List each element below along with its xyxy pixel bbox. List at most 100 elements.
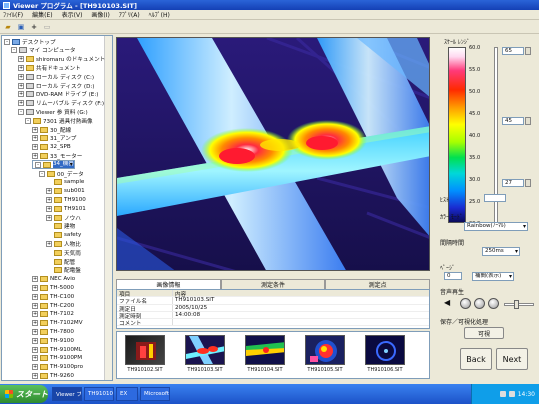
collapse-icon[interactable]: - — [25, 117, 31, 124]
tree-item[interactable]: + TH9100 — [46, 195, 86, 204]
menu-app[interactable]: ｱﾌﾟﾘ(A) — [119, 10, 140, 19]
expand-icon[interactable]: + — [32, 144, 38, 151]
tree-item[interactable]: + shiromaru のドキュメント — [18, 55, 105, 64]
title-bar[interactable]: Viewer プログラム - [TH910103.SIT] — [0, 0, 539, 10]
tree-item[interactable]: + ローカル ディスク (C:) — [18, 72, 94, 81]
thumbnail[interactable]: TH910104.SIT — [243, 335, 287, 373]
tree-item[interactable]: + TH-7102 — [32, 310, 74, 319]
expand-icon[interactable]: + — [46, 214, 52, 221]
expand-icon[interactable]: + — [18, 91, 24, 98]
tree-item[interactable]: 配管 — [46, 257, 75, 266]
expand-icon[interactable]: + — [32, 346, 38, 353]
record-button[interactable] — [460, 298, 471, 309]
expand-icon[interactable]: + — [18, 100, 24, 107]
expand-icon[interactable]: + — [32, 284, 38, 291]
tree-item[interactable]: - 00_データ — [39, 169, 84, 178]
taskbar-item[interactable]: TH910103 — [84, 387, 114, 401]
stop-button[interactable] — [488, 298, 499, 309]
tree-item[interactable]: + TH-9100 — [32, 336, 74, 345]
tree-item[interactable]: + TH-7800 — [32, 327, 74, 336]
tree-item[interactable]: +30_配線 — [32, 125, 71, 134]
tree-item[interactable]: - デスクトップ — [4, 37, 56, 46]
page-field[interactable]: 0 — [444, 272, 462, 280]
tree-item[interactable]: 配電盤 — [46, 266, 81, 275]
tab-measure-points[interactable]: 測定点 — [325, 279, 431, 289]
scale-max-stepper[interactable] — [525, 47, 531, 55]
folder-tree[interactable]: - デスクトップ - マイ コンピュータ + shiromaru のドキュメント + 共有ドキ… — [1, 35, 113, 381]
tree-item[interactable]: + TH-C100 — [32, 292, 74, 301]
tree-item[interactable]: + TH-9260 — [32, 371, 74, 380]
color-mode-select[interactable]: Rainbow(ﾉｰﾏﾙ) — [464, 222, 528, 231]
expand-icon[interactable]: + — [32, 320, 38, 327]
expand-icon[interactable]: + — [18, 56, 24, 63]
collapse-icon[interactable]: - — [4, 38, 10, 45]
thumbnail[interactable]: TH910105.SIT — [303, 335, 347, 373]
tree-item[interactable]: + ノウハ — [46, 213, 81, 222]
tab-image-info[interactable]: 画像情報 — [116, 279, 221, 289]
table-row[interactable]: 測定時刻 14:00:08 — [117, 311, 429, 320]
tree-item[interactable]: + ローカル ディスク (D:) — [18, 81, 94, 90]
tree-item[interactable]: - マイ コンピュータ — [11, 46, 76, 55]
thumbnail[interactable]: TH910102.SIT — [123, 335, 167, 373]
menu-edit[interactable]: 編集(E) — [32, 10, 52, 19]
expand-icon[interactable]: + — [32, 328, 38, 335]
tree-item[interactable]: + TH9101 — [46, 204, 86, 213]
tree-item[interactable]: + TH-9100PM — [32, 354, 82, 363]
collapse-icon[interactable]: - — [18, 108, 24, 115]
tree-item[interactable]: 建物 — [46, 222, 75, 231]
page-select[interactable]: 補間(表示) — [472, 272, 514, 281]
expand-icon[interactable]: + — [32, 337, 38, 344]
menu-help[interactable]: ﾍﾙﾌﾟ(H) — [149, 10, 170, 19]
tree-item[interactable]: + TH-9100pro — [32, 363, 83, 372]
expand-icon[interactable]: + — [46, 240, 52, 247]
save-icon[interactable]: ▣ — [16, 22, 26, 32]
tree-item[interactable]: + NEC Avio — [32, 275, 75, 284]
interval-select[interactable]: 250ms — [482, 247, 520, 256]
taskbar-item[interactable]: Microsoft... — [140, 387, 170, 401]
tree-item[interactable]: + 人物比 — [46, 239, 81, 248]
expand-icon[interactable]: + — [32, 293, 38, 300]
add-icon[interactable]: + — [29, 22, 39, 32]
volume-icon[interactable] — [508, 391, 515, 397]
expand-icon[interactable]: + — [46, 196, 52, 203]
thumbnail[interactable]: TH910106.SIT — [363, 335, 407, 373]
tree-scrollbar[interactable] — [104, 36, 112, 380]
scale-max-field[interactable]: 65 — [502, 47, 524, 55]
expand-icon[interactable]: + — [46, 188, 52, 195]
expand-icon[interactable]: + — [32, 302, 38, 309]
tree-item[interactable]: +33_モーター — [32, 151, 82, 160]
tree-item[interactable]: +31_アンプ — [32, 134, 76, 143]
expand-icon[interactable]: + — [18, 73, 24, 80]
tree-item[interactable]: safety — [46, 231, 81, 240]
print-icon[interactable]: ▭ — [42, 22, 52, 32]
tree-item[interactable]: + DVD-RAM ドライブ (E:) — [18, 90, 98, 99]
next-button[interactable]: Next — [496, 348, 528, 370]
tree-item[interactable]: 天気雨 — [46, 248, 81, 257]
tree-item[interactable]: + リムーバブル ディスク (F:) — [18, 99, 104, 108]
menu-image[interactable]: 画像(I) — [91, 10, 109, 19]
tree-item[interactable]: + TH-C200 — [32, 301, 74, 310]
expand-icon[interactable]: + — [32, 135, 38, 142]
folder-open-icon[interactable]: ▰ — [3, 22, 13, 32]
expand-icon[interactable]: + — [18, 64, 24, 71]
tree-item[interactable]: + sub001 — [46, 187, 85, 196]
tree-item[interactable]: + TH-7102MV — [32, 319, 83, 328]
volume-slider[interactable] — [504, 303, 534, 306]
tree-item[interactable]: - 7301 過具付熱画像 — [25, 116, 93, 125]
expand-icon[interactable]: + — [32, 126, 38, 133]
network-icon[interactable] — [499, 391, 506, 397]
back-button[interactable]: Back — [460, 348, 492, 370]
volume-slider-thumb[interactable] — [514, 300, 519, 309]
tab-measure-conditions[interactable]: 測定条件 — [220, 279, 326, 289]
taskbar-item[interactable]: Viewer プログラム — [52, 387, 82, 401]
expand-icon[interactable]: + — [32, 355, 38, 362]
expand-icon[interactable]: + — [32, 152, 38, 159]
taskbar-item[interactable]: EX — [116, 387, 138, 401]
play-button[interactable] — [474, 298, 485, 309]
scale-min-field[interactable]: 27 — [502, 179, 524, 187]
collapse-icon[interactable]: - — [35, 161, 41, 168]
menu-file[interactable]: ﾌｧｲﾙ(F) — [3, 10, 23, 19]
tree-item[interactable]: + TH-9100ML — [32, 345, 82, 354]
expand-icon[interactable]: + — [32, 311, 38, 318]
expand-icon[interactable]: + — [32, 372, 38, 379]
